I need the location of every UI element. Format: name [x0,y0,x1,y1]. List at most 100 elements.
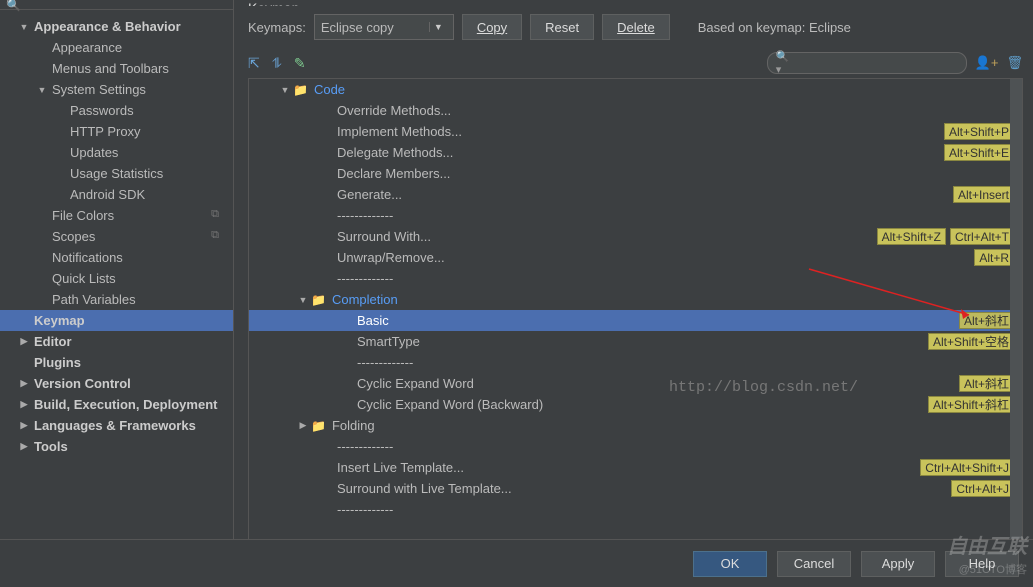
sidebar-item-editor[interactable]: ▶Editor [0,331,233,352]
sidebar-item-passwords[interactable]: Passwords [0,100,233,121]
tree-arrow-icon: ▶ [18,378,30,389]
tree-arrow-icon: ▼ [279,85,291,95]
sidebar-item-label: Passwords [70,103,134,118]
folder-icon: 📁 [311,419,326,433]
sidebar-item-label: Path Variables [52,292,136,307]
search-icon: 🔍 [6,0,21,12]
action-label: SmartType [357,334,420,349]
action-group[interactable]: ▼📁Completion [249,289,1022,310]
sidebar-item-plugins[interactable]: Plugins [0,352,233,373]
keymap-selector-row: Keymaps: Eclipse copy ▼ Copy Reset Delet… [248,14,1023,40]
sidebar-item-android-sdk[interactable]: Android SDK [0,184,233,205]
shortcut-group: Alt+Shift+斜杠 [928,396,1014,413]
shortcut-badge: Alt+Insert [953,186,1014,203]
action-item[interactable]: Implement Methods...Alt+Shift+P [249,121,1022,142]
sidebar-item-appearance[interactable]: Appearance [0,37,233,58]
action-item[interactable]: Surround with Live Template...Ctrl+Alt+J [249,478,1022,499]
sidebar-item-tools[interactable]: ▶Tools [0,436,233,457]
sidebar-item-usage-statistics[interactable]: Usage Statistics [0,163,233,184]
sidebar-item-label: Quick Lists [52,271,116,286]
sidebar-item-menus-and-toolbars[interactable]: Menus and Toolbars [0,58,233,79]
action-tree[interactable]: ▼📁CodeOverride Methods...Implement Metho… [248,78,1023,540]
sidebar-item-file-colors[interactable]: File Colors⧉ [0,205,233,226]
sidebar-item-label: Android SDK [70,187,145,202]
sidebar-item-http-proxy[interactable]: HTTP Proxy [0,121,233,142]
shortcut-badge: Alt+斜杠 [959,375,1014,392]
collapse-all-icon[interactable]: ⥮ [272,55,282,72]
sidebar-item-system-settings[interactable]: ▼System Settings [0,79,233,100]
action-item[interactable]: ------------- [249,352,1022,373]
action-label: ------------- [357,355,413,370]
sidebar-item-label: File Colors [52,208,114,223]
action-item[interactable]: Declare Members... [249,163,1022,184]
help-button[interactable]: Help [945,551,1019,577]
action-label: ------------- [337,208,393,223]
delete-button[interactable]: Delete [602,14,670,40]
sidebar-item-keymap[interactable]: Keymap [0,310,233,331]
action-item[interactable]: Cyclic Expand Word Alt+斜杠 [249,373,1022,394]
action-item[interactable]: Override Methods... [249,100,1022,121]
sidebar-item-path-variables[interactable]: Path Variables [0,289,233,310]
action-label: Code [314,82,345,97]
action-label: Basic [357,313,389,328]
settings-sidebar: 🔍 ▼Appearance & BehaviorAppearanceMenus … [0,0,234,540]
apply-button[interactable]: Apply [861,551,935,577]
sidebar-item-appearance-behavior[interactable]: ▼Appearance & Behavior [0,16,233,37]
page-title: Keymap [248,0,1023,6]
action-item[interactable]: ------------- [249,205,1022,226]
sidebar-item-version-control[interactable]: ▶Version Control [0,373,233,394]
cancel-button[interactable]: Cancel [777,551,851,577]
sidebar-search[interactable]: 🔍 [0,0,233,10]
shortcut-badge: Alt+R [974,249,1014,266]
action-filter-input[interactable] [793,56,970,71]
edit-icon[interactable]: ✎ [294,55,306,72]
action-item[interactable]: ------------- [249,499,1022,520]
based-on-label: Based on keymap: Eclipse [698,20,851,35]
copy-button[interactable]: Copy [462,14,522,40]
shortcut-group: Alt+Insert [953,186,1014,203]
tree-arrow-icon: ▼ [36,85,48,95]
action-item[interactable]: ------------- [249,436,1022,457]
action-item[interactable]: BasicAlt+斜杠 [249,310,1022,331]
scrollbar[interactable] [1010,79,1022,539]
action-label: Cyclic Expand Word [357,376,474,391]
action-label: Folding [332,418,375,433]
shortcut-badge: Alt+Shift+空格 [928,333,1014,350]
sidebar-item-label: Appearance & Behavior [34,19,181,34]
action-item[interactable]: Surround With...Alt+Shift+ZCtrl+Alt+T [249,226,1022,247]
action-item[interactable]: Unwrap/Remove...Alt+R [249,247,1022,268]
action-toolbar: ⇱ ⥮ ✎ 🔍▾ 👤+ 🗑 [248,52,1023,74]
action-group[interactable]: ▼📁Code [249,79,1022,100]
action-item[interactable]: ------------- [249,268,1022,289]
sidebar-item-notifications[interactable]: Notifications [0,247,233,268]
tree-arrow-icon: ▼ [297,295,309,305]
sidebar-item-languages-frameworks[interactable]: ▶Languages & Frameworks [0,415,233,436]
action-item[interactable]: SmartType Alt+Shift+空格 [249,331,1022,352]
sidebar-item-label: Usage Statistics [70,166,163,181]
action-filter[interactable]: 🔍▾ [767,52,967,74]
main-panel: Keymap Keymaps: Eclipse copy ▼ Copy Rese… [234,0,1033,540]
ok-button[interactable]: OK [693,551,767,577]
reset-button[interactable]: Reset [530,14,594,40]
keymap-dropdown[interactable]: Eclipse copy ▼ [314,14,454,40]
sidebar-item-updates[interactable]: Updates [0,142,233,163]
expand-all-icon[interactable]: ⇱ [248,55,260,72]
action-item[interactable]: Delegate Methods...Alt+Shift+E [249,142,1022,163]
action-label: Override Methods... [337,103,451,118]
find-action-by-shortcut-icon[interactable]: 👤+ [975,55,999,71]
action-item[interactable]: Generate...Alt+Insert [249,184,1022,205]
sidebar-item-label: Notifications [52,250,123,265]
action-label: ------------- [337,439,393,454]
sidebar-item-build-execution-deployment[interactable]: ▶Build, Execution, Deployment [0,394,233,415]
shortcut-badge: Alt+Shift+E [944,144,1014,161]
trash-icon[interactable]: 🗑 [1006,55,1023,71]
sidebar-item-quick-lists[interactable]: Quick Lists [0,268,233,289]
sidebar-search-input[interactable] [25,0,227,12]
action-group[interactable]: ▶📁Folding [249,415,1022,436]
action-item[interactable]: Cyclic Expand Word (Backward)Alt+Shift+斜… [249,394,1022,415]
scope-icon: ⧉ [211,229,219,242]
tree-arrow-icon: ▶ [18,399,30,410]
action-item[interactable]: Insert Live Template...Ctrl+Alt+Shift+J [249,457,1022,478]
sidebar-item-label: HTTP Proxy [70,124,141,139]
sidebar-item-scopes[interactable]: Scopes⧉ [0,226,233,247]
